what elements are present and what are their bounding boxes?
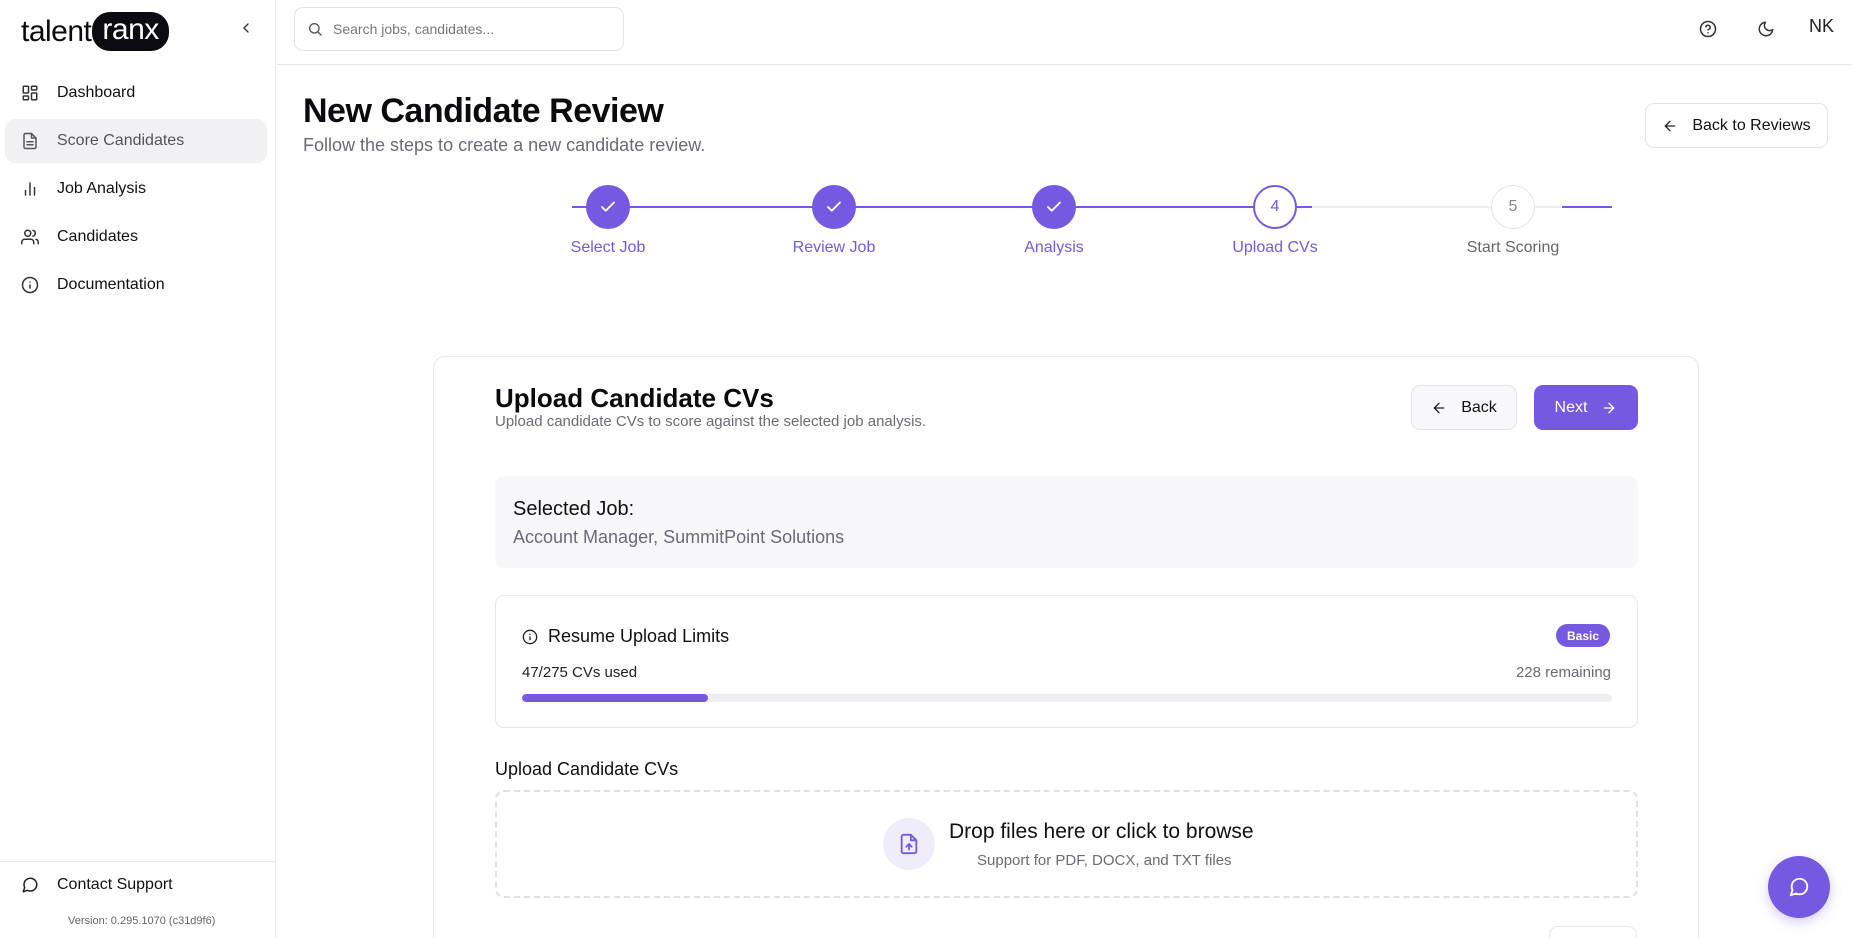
step-1-circle[interactable] bbox=[586, 185, 630, 229]
step-4-label: Upload CVs bbox=[1232, 239, 1318, 256]
next-button[interactable]: Next bbox=[1534, 385, 1638, 430]
check-icon bbox=[827, 201, 841, 212]
selected-job-value: Account Manager, SummitPoint Solutions bbox=[513, 527, 845, 547]
message-circle-icon bbox=[1789, 877, 1809, 897]
contact-support-link[interactable]: Contact Support bbox=[21, 876, 173, 894]
step-3-label: Analysis bbox=[1024, 239, 1084, 256]
step-4-circle[interactable]: 4 bbox=[1253, 185, 1297, 229]
cvs-remaining-text: 228 remaining bbox=[1515, 664, 1611, 681]
card-title: Upload Candidate CVs bbox=[495, 383, 774, 413]
arrow-right-icon bbox=[1604, 402, 1615, 413]
upload-cvs-card: Upload Candidate CVs Upload candidate CV… bbox=[433, 356, 1699, 938]
file-upload-icon-wrap bbox=[883, 818, 935, 870]
dropzone-subtitle: Support for PDF, DOCX, and TXT files bbox=[977, 852, 1232, 869]
info-icon bbox=[522, 629, 538, 644]
sidebar-footer: Contact Support Version: 0.295.1070 (c31… bbox=[0, 861, 276, 938]
offscreen-button-edge[interactable] bbox=[1549, 926, 1637, 938]
selected-job-panel: Selected Job: Account Manager, SummitPoi… bbox=[495, 476, 1638, 568]
chat-button[interactable] bbox=[1768, 856, 1830, 918]
info-icon bbox=[21, 276, 39, 294]
contact-support-label: Contact Support bbox=[57, 876, 173, 893]
file-upload-icon bbox=[900, 833, 918, 855]
card-subtitle: Upload candidate CVs to score against th… bbox=[495, 413, 927, 430]
sidebar-item-label: Documentation bbox=[57, 276, 165, 293]
upload-section-label: Upload Candidate CVs bbox=[495, 759, 679, 779]
selected-job-label: Selected Job: bbox=[513, 498, 635, 520]
step-3-circle[interactable] bbox=[1032, 185, 1076, 229]
progress-stepper: Select Job Review Job Analysis 4 Upload … bbox=[0, 0, 1852, 260]
back-button[interactable]: Back bbox=[1411, 385, 1517, 430]
step-5-label: Start Scoring bbox=[1466, 239, 1560, 256]
check-icon bbox=[601, 201, 615, 212]
plan-badge: Basic bbox=[1556, 624, 1611, 647]
usage-progress-bar bbox=[522, 694, 1612, 702]
message-circle-icon bbox=[22, 877, 38, 893]
step-2-circle[interactable] bbox=[812, 185, 856, 229]
upload-limits-header: Resume Upload Limits bbox=[522, 626, 729, 647]
upload-limits-title: Resume Upload Limits bbox=[548, 626, 730, 646]
back-button-label: Back bbox=[1461, 398, 1497, 416]
upload-limits-panel: Resume Upload Limits Basic 47/275 CVs us… bbox=[495, 595, 1638, 728]
dropzone-title: Drop files here or click to browse bbox=[949, 820, 1254, 843]
usage-progress-fill bbox=[522, 694, 709, 702]
cvs-used-text: 47/275 CVs used bbox=[522, 664, 638, 681]
version-text: Version: 0.295.1070 (c31d9f6) bbox=[68, 915, 216, 927]
sidebar-item-documentation[interactable]: Documentation bbox=[5, 263, 267, 307]
file-dropzone[interactable]: Drop files here or click to browse Suppo… bbox=[495, 790, 1638, 898]
check-icon bbox=[1047, 201, 1061, 212]
step-5-circle[interactable]: 5 bbox=[1491, 185, 1535, 229]
step-1-label: Select Job bbox=[570, 239, 646, 256]
step-2-label: Review Job bbox=[792, 239, 876, 256]
next-button-label: Next bbox=[1554, 398, 1588, 416]
arrow-left-icon bbox=[1433, 402, 1445, 413]
